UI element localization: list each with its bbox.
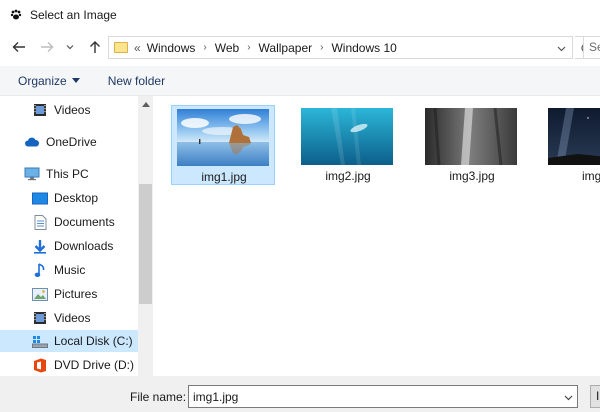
desktop-icon xyxy=(32,190,48,206)
image-thumbnail xyxy=(177,109,269,166)
sidebar-item-label: Documents xyxy=(54,215,115,229)
sidebar-item-label: Pictures xyxy=(54,287,98,301)
file-name-dropdown-button[interactable] xyxy=(564,391,573,405)
sidebar-item-videos-pc[interactable]: Videos xyxy=(0,307,138,329)
video-icon xyxy=(32,102,48,118)
sidebar-item-label: OneDrive xyxy=(46,135,97,149)
sidebar-item-desktop[interactable]: Desktop xyxy=(0,187,138,209)
address-bar[interactable]: « Windows › Web › Wallpaper › Windows 10 xyxy=(108,36,573,59)
navigation-bar: « Windows › Web › Wallpaper › Windows 10 xyxy=(0,32,600,62)
chevron-up-icon xyxy=(141,101,150,107)
breadcrumb-item[interactable]: Windows xyxy=(147,41,196,55)
sidebar-item-label: Downloads xyxy=(54,239,114,253)
music-icon xyxy=(32,262,48,278)
scroll-thumb[interactable] xyxy=(139,184,152,304)
file-tile[interactable]: img3.jpg xyxy=(420,105,524,185)
window-title: Select an Image xyxy=(30,8,117,22)
sidebar-scrollbar[interactable] xyxy=(138,96,153,376)
sidebar-item-label: This PC xyxy=(46,167,89,181)
file-type-button[interactable]: Ir xyxy=(590,385,600,408)
sidebar-item-label: Videos xyxy=(54,103,91,117)
sidebar-item-label: Music xyxy=(54,263,86,277)
file-name: img1.jpg xyxy=(201,170,247,184)
chevron-down-icon xyxy=(557,46,566,52)
disk-icon xyxy=(32,333,48,349)
file-name: img4 xyxy=(581,169,600,183)
file-tile[interactable]: img1.jpg xyxy=(171,105,275,185)
filename-bar: File name: img1.jpg Ir xyxy=(0,376,600,412)
chevron-right-icon[interactable]: › xyxy=(203,42,206,53)
sidebar-item-dvd-drive[interactable]: DVD Drive (D:) C xyxy=(0,354,146,376)
file-name: img2.jpg xyxy=(325,169,371,183)
chevron-down-icon xyxy=(66,45,74,50)
sidebar-item-downloads[interactable]: Downloads xyxy=(0,235,138,257)
chevron-right-icon[interactable]: › xyxy=(247,42,250,53)
computer-icon xyxy=(24,166,40,182)
up-button[interactable] xyxy=(84,36,106,58)
title-bar: Select an Image xyxy=(0,0,600,30)
sidebar-item-label: Desktop xyxy=(54,191,99,205)
back-button[interactable] xyxy=(8,36,30,58)
up-arrow-icon xyxy=(90,41,100,53)
caret-down-icon xyxy=(71,78,80,83)
file-name: img3.jpg xyxy=(449,169,495,183)
office-icon xyxy=(32,357,48,373)
sidebar-item-music[interactable]: Music xyxy=(0,259,138,281)
paw-icon xyxy=(10,9,22,21)
documents-icon xyxy=(32,214,48,230)
forward-arrow-icon xyxy=(41,42,54,52)
sidebar-item-pictures[interactable]: Pictures xyxy=(0,283,138,305)
file-name-value: img1.jpg xyxy=(193,389,239,404)
breadcrumb-item[interactable]: Web xyxy=(215,41,239,55)
new-folder-button[interactable]: New folder xyxy=(108,74,165,88)
chevron-right-icon[interactable]: › xyxy=(320,42,323,53)
file-tile[interactable]: img2.jpg xyxy=(296,105,400,185)
sidebar-item-local-disk[interactable]: Local Disk (C:) xyxy=(0,330,138,352)
organize-label: Organize xyxy=(18,73,67,88)
sidebar-item-label: Videos xyxy=(54,311,91,325)
sidebar-item-videos[interactable]: Videos xyxy=(0,99,138,121)
new-folder-label: New folder xyxy=(107,73,166,88)
file-name-input[interactable]: img1.jpg xyxy=(188,385,578,408)
folder-icon xyxy=(114,42,128,53)
video-icon xyxy=(32,310,48,326)
cloud-icon xyxy=(24,134,40,150)
navigation-pane[interactable]: Videos OneDrive This PC Desktop Document… xyxy=(0,96,153,376)
file-list[interactable]: img1.jpg img2.jpg img3.jpg img xyxy=(153,96,600,376)
command-toolbar: Organize New folder xyxy=(0,66,600,96)
sidebar-item-label: DVD Drive (D:) C xyxy=(54,358,146,372)
breadcrumb-item[interactable]: Wallpaper xyxy=(259,41,313,55)
download-icon xyxy=(32,238,48,254)
sidebar-item-this-pc[interactable]: This PC xyxy=(0,163,138,185)
address-history-button[interactable] xyxy=(557,42,566,56)
image-thumbnail xyxy=(548,108,600,165)
image-thumbnail xyxy=(301,108,393,165)
breadcrumb-item[interactable]: Windows 10 xyxy=(331,41,396,55)
forward-button[interactable] xyxy=(36,36,58,58)
scroll-up-button[interactable] xyxy=(138,96,153,112)
sidebar-item-label: Local Disk (C:) xyxy=(54,334,133,348)
chevron-down-icon xyxy=(564,395,573,401)
back-arrow-icon xyxy=(12,42,25,52)
file-tile[interactable]: img4 xyxy=(543,105,600,185)
breadcrumb-overflow[interactable]: « xyxy=(134,41,141,55)
image-thumbnail xyxy=(425,108,517,165)
sidebar-item-onedrive[interactable]: OneDrive xyxy=(0,131,138,153)
pictures-icon xyxy=(32,286,48,302)
sidebar-item-documents[interactable]: Documents xyxy=(0,211,138,233)
organize-button[interactable]: Organize xyxy=(18,74,80,88)
file-name-label: File name: xyxy=(130,390,187,404)
recent-locations-button[interactable] xyxy=(62,36,78,58)
search-input[interactable]: Se xyxy=(583,36,600,59)
